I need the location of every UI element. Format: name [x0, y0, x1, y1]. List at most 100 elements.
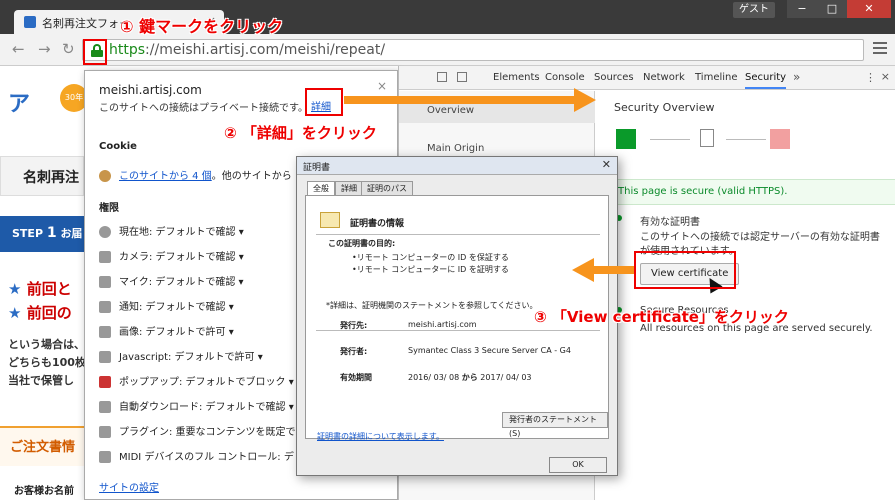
body-text-2: どちらも100枚 [8, 356, 86, 369]
insecure-lock-icon [770, 129, 790, 149]
perm-notifications[interactable]: 通知: デフォルトで確認 ▾ [99, 298, 234, 313]
cert-learn-more-link[interactable]: 証明書の詳細について表示します。 [317, 431, 444, 442]
order-heading: ご注文書情 [0, 426, 84, 466]
address-bar[interactable]: https://meishi.artisj.com/meishi/repeat/ [82, 39, 864, 61]
midi-icon [99, 451, 111, 463]
site-settings-link[interactable]: サイトの設定 [99, 479, 159, 494]
maximize-button[interactable]: □ [817, 0, 847, 18]
window-close-button[interactable]: ✕ [847, 0, 891, 18]
cookie-link[interactable]: このサイトから 4 個 [119, 171, 212, 182]
reload-icon[interactable]: ↻ [62, 40, 75, 58]
devtools-tab-bar: Elements Console Sources Network Timelin… [399, 66, 895, 90]
perm-midi[interactable]: MIDI デバイスのフル コントロール: デ [99, 448, 294, 463]
location-icon [99, 226, 111, 238]
notice-line-1: ★ 前回と [8, 280, 72, 298]
url-text: https://meishi.artisj.com/meishi/repeat/ [109, 42, 386, 58]
profile-badge[interactable]: ゲスト [733, 2, 775, 18]
image-icon [99, 326, 111, 338]
divider [316, 234, 600, 235]
issuer-value: Symantec Class 3 Secure Server CA - G4 [408, 346, 571, 355]
cert-valid-title: 有効な証明書 [640, 217, 700, 228]
cookie-icon [99, 170, 111, 182]
dialog-title-bar: 証明書 ✕ [297, 157, 617, 175]
tab-details[interactable]: 詳細 [335, 181, 363, 195]
permissions-heading: 権限 [99, 203, 119, 214]
devtools-close-icon[interactable]: × [881, 70, 890, 83]
plugin-icon [99, 426, 111, 438]
cookie-line: このサイトから 4 個。他のサイトから [99, 167, 292, 182]
cert-info-heading: 証明書の情報 [350, 219, 405, 229]
divider [726, 139, 766, 140]
perm-location[interactable]: 現在地: デフォルトで確認 ▾ [99, 223, 244, 238]
security-heading: Security Overview [614, 101, 715, 114]
purpose-item: •リモート コンピューターに ID を証明する [352, 265, 509, 274]
issued-to-label: 発行先: [340, 321, 368, 330]
certificate-icon [320, 212, 340, 228]
issuer-statement-button[interactable]: 発行者のステートメント(S) [502, 412, 608, 438]
validity-value: 2016/ 03/ 08 から 2017/ 04/ 03 [408, 373, 532, 382]
more-tabs-icon[interactable]: » [793, 70, 800, 84]
tab-sources[interactable]: Sources [594, 72, 634, 83]
step-header: STEP 1 お届 [0, 216, 84, 252]
cert-note: *詳細は、証明機関のステートメントを参照してください。 [326, 301, 538, 310]
dialog-title: 証明書 [303, 163, 331, 173]
microphone-icon [99, 276, 111, 288]
ok-button[interactable]: OK [549, 457, 607, 473]
menu-icon[interactable] [873, 42, 887, 56]
tab-title: 名刺再注文フォー [42, 17, 130, 30]
annotation-step-2: ② 「詳細」をクリック [224, 124, 377, 142]
perm-popups[interactable]: ポップアップ: デフォルトでブロック ▾ [99, 373, 294, 388]
tab-network[interactable]: Network [643, 72, 685, 83]
perm-plugins[interactable]: プラグイン: 重要なコンテンツを既定で [99, 423, 296, 438]
forward-arrow-icon[interactable]: → [38, 40, 51, 58]
purpose-item: •リモート コンピューターの ID を保証する [352, 253, 509, 262]
dialog-close-icon[interactable]: ✕ [602, 158, 611, 171]
site-logo: ア [8, 92, 31, 117]
view-certificate-highlight [634, 251, 736, 289]
tab-console[interactable]: Console [545, 72, 585, 83]
notice-line-2: ★ 前回の [8, 304, 72, 322]
security-overview: Security Overview This page is secure (v… [596, 91, 895, 500]
purpose-heading: この証明書の目的: [328, 239, 396, 248]
tab-timeline[interactable]: Timeline [695, 72, 738, 83]
perm-images[interactable]: 画像: デフォルトで許可 ▾ [99, 323, 234, 338]
popup-host: meishi.artisj.com [99, 83, 202, 97]
perm-camera[interactable]: カメラ: デフォルトで確認 ▾ [99, 248, 244, 263]
page-title: 名刺再注 [0, 156, 84, 196]
browser-toolbar: ← → ↻ https://meishi.artisj.com/meishi/r… [0, 34, 895, 66]
notification-icon [99, 301, 111, 313]
annotation-step-3: ③ 「View certificate」をクリック [534, 308, 789, 326]
back-arrow-icon[interactable]: ← [12, 40, 25, 58]
tab-security[interactable]: Security [745, 72, 787, 89]
perm-microphone[interactable]: マイク: デフォルトで確認 ▾ [99, 273, 244, 288]
perm-javascript[interactable]: Javascript: デフォルトで許可 ▾ [99, 348, 263, 363]
tab-elements[interactable]: Elements [493, 72, 540, 83]
issued-to-value: meishi.artisj.com [408, 320, 477, 329]
popup-blocked-icon [99, 376, 111, 388]
issuer-label: 発行者: [340, 347, 368, 356]
star-icon: ★ [8, 304, 22, 322]
perm-downloads[interactable]: 自動ダウンロード: デフォルトで確認 ▾ [99, 398, 294, 413]
inspect-icon[interactable] [437, 72, 447, 82]
sidebar-item-main-origin[interactable]: Main Origin [427, 143, 484, 154]
secure-lock-icon [616, 129, 636, 149]
annotation-step-1: ① 鍵マークをクリック [120, 17, 284, 36]
star-icon: ★ [8, 280, 22, 298]
arrow-right-icon [344, 88, 596, 112]
document-icon [700, 129, 714, 147]
lock-highlight [83, 39, 107, 65]
tab-cert-path[interactable]: 証明のパス [361, 181, 413, 195]
tab-general[interactable]: 全般 [307, 181, 335, 196]
favicon-icon [24, 16, 36, 28]
secure-status: This page is secure (valid HTTPS). [596, 179, 895, 205]
body-text-3: 当社で保管し [8, 374, 74, 387]
cookie-heading: Cookie [99, 141, 137, 152]
connection-message: このサイトへの接続はプライベート接続です。 [99, 103, 308, 114]
customer-name-label: お客様お名前 [14, 486, 74, 497]
details-highlight [305, 88, 343, 116]
device-mode-icon[interactable] [457, 72, 467, 82]
camera-icon [99, 251, 111, 263]
devtools-menu-icon[interactable]: ⋮ [865, 71, 876, 84]
minimize-button[interactable]: − [787, 0, 817, 18]
arrow-left-icon [572, 258, 634, 282]
